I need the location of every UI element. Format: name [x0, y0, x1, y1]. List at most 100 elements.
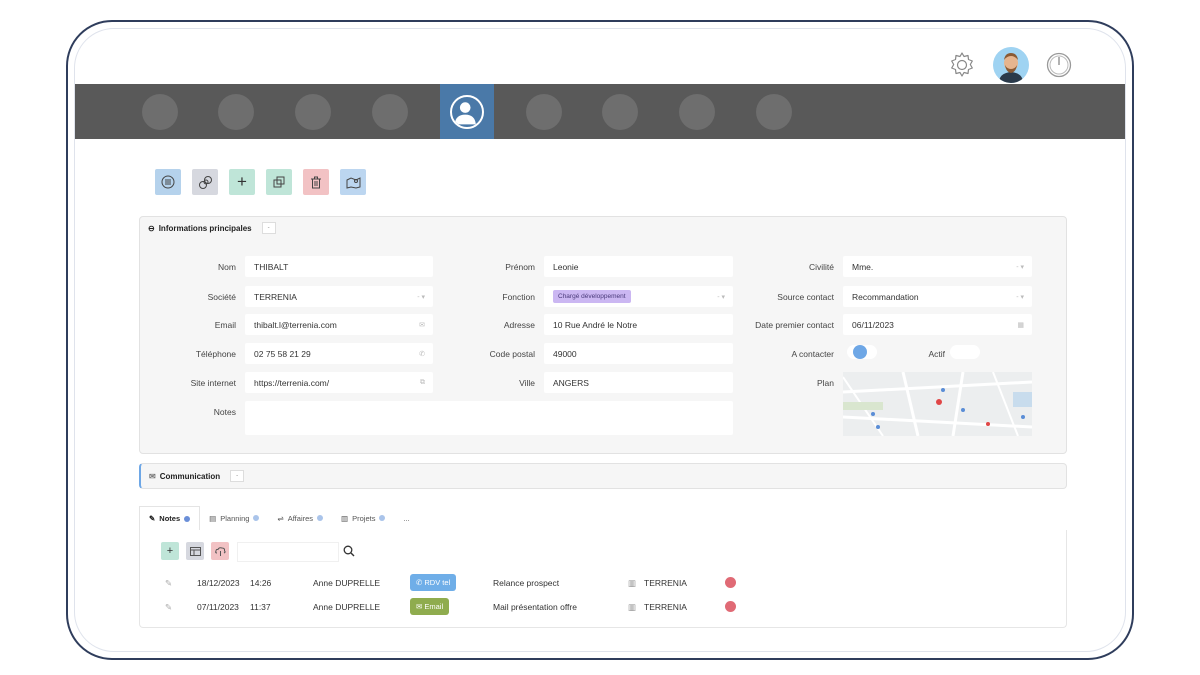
- prenom-label: Prénom: [505, 262, 535, 272]
- delete-button[interactable]: [303, 169, 329, 195]
- user-avatar[interactable]: [993, 47, 1029, 83]
- duplicate-button[interactable]: [266, 169, 292, 195]
- date-field[interactable]: 06/11/2023 ▦: [843, 314, 1032, 335]
- calendar-icon[interactable]: ▦: [1017, 321, 1024, 329]
- location-map[interactable]: [843, 372, 1032, 436]
- prenom-field[interactable]: Leonie: [544, 256, 733, 277]
- plan-label: Plan: [816, 378, 834, 388]
- nom-label: Nom: [218, 262, 236, 272]
- fonction-select[interactable]: Chargé développement - ▾: [544, 286, 733, 307]
- phone-icon[interactable]: ✆: [419, 350, 425, 358]
- fonction-label: Fonction: [502, 292, 535, 302]
- collapse-button[interactable]: -: [230, 470, 245, 482]
- device-frame: + ⊖ Informations principales - Nom THIBA…: [66, 20, 1134, 660]
- civilite-select[interactable]: Mme. - ▾: [843, 256, 1032, 277]
- count-badge: [379, 515, 386, 521]
- ville-field[interactable]: ANGERS: [544, 372, 733, 393]
- nav-item-contacts[interactable]: [440, 84, 494, 139]
- tab-bar: ✎ Notes ▤ Planning ⇌ Affaires ▥ Projets …: [139, 505, 419, 531]
- table-row[interactable]: ✎ 07/11/2023 11:37 Anne DUPRELLE ✉ Email…: [140, 598, 1068, 618]
- toggle-knob: [853, 345, 867, 359]
- nav-item-1[interactable]: [142, 94, 178, 130]
- main-info-title: Informations principales: [158, 223, 252, 233]
- building-icon: ▥: [628, 578, 637, 588]
- table-row[interactable]: ✎ 18/12/2023 14:26 Anne DUPRELLE ✆ RDV t…: [140, 574, 1068, 594]
- main-info-panel: ⊖ Informations principales - Nom THIBALT…: [139, 216, 1067, 454]
- edit-icon[interactable]: ✎: [165, 602, 172, 613]
- tab-affaires[interactable]: ⇌ Affaires: [268, 506, 332, 530]
- actif-label: Actif: [928, 349, 945, 359]
- site-field[interactable]: https://terrenia.com/⧉: [245, 372, 433, 393]
- nav-item-7[interactable]: [602, 94, 638, 130]
- building-icon: ▥: [628, 602, 637, 612]
- chat-icon: ✉: [149, 471, 156, 481]
- nav-item-3[interactable]: [295, 94, 331, 130]
- select-arrows: - ▾: [417, 293, 425, 301]
- select-arrows: - ▾: [717, 293, 725, 301]
- document-icon: ▥: [341, 513, 349, 523]
- select-arrows: - ▾: [1016, 293, 1024, 301]
- minus-circle-icon: ⊖: [148, 223, 155, 233]
- add-button[interactable]: +: [229, 169, 255, 195]
- send-mail-icon[interactable]: ✉: [419, 321, 425, 329]
- gear-icon[interactable]: [947, 50, 977, 80]
- actif-toggle[interactable]: [950, 345, 980, 359]
- communication-panel: ✉ Communication -: [139, 463, 1067, 489]
- duplicate-icon: [273, 176, 284, 187]
- nav-item-9[interactable]: [756, 94, 792, 130]
- collapse-button[interactable]: -: [261, 222, 276, 234]
- email-field[interactable]: thibalt.l@terrenia.com ✉: [245, 314, 433, 335]
- contacter-label: A contacter: [791, 349, 834, 359]
- add-note-button[interactable]: +: [161, 542, 179, 560]
- cloud-download-icon: [214, 546, 226, 556]
- table-view-button[interactable]: [186, 542, 204, 560]
- link-icon: [198, 175, 212, 189]
- tab-projets[interactable]: ▥ Projets: [332, 506, 394, 530]
- plus-icon: +: [237, 172, 247, 191]
- calendar-icon: ▤: [209, 513, 217, 523]
- search-icon[interactable]: [343, 545, 355, 557]
- map-icon: [346, 176, 360, 189]
- external-link-icon[interactable]: ⧉: [420, 379, 425, 387]
- link-button[interactable]: [192, 169, 218, 195]
- tab-notes[interactable]: ✎ Notes: [139, 505, 201, 531]
- nav-item-4[interactable]: [372, 94, 408, 130]
- app-window: + ⊖ Informations principales - Nom THIBA…: [74, 28, 1126, 652]
- cp-field[interactable]: 49000: [544, 343, 733, 364]
- list-button[interactable]: [155, 169, 181, 195]
- count-badge: [317, 515, 324, 521]
- nav-item-2[interactable]: [218, 94, 254, 130]
- nom-field[interactable]: THIBALT: [245, 256, 433, 277]
- source-label: Source contact: [777, 292, 834, 302]
- tab-more[interactable]: ...: [394, 506, 418, 530]
- nav-item-8[interactable]: [679, 94, 715, 130]
- main-info-header[interactable]: ⊖ Informations principales -: [140, 217, 1066, 239]
- nav-item-6[interactable]: [526, 94, 562, 130]
- map-button[interactable]: [340, 169, 366, 195]
- power-icon[interactable]: [1045, 51, 1073, 79]
- delete-note-icon[interactable]: [725, 577, 736, 588]
- telephone-label: Téléphone: [195, 349, 236, 359]
- record-toolbar: +: [155, 169, 366, 195]
- delete-note-icon[interactable]: [725, 601, 736, 612]
- source-select[interactable]: Recommandation - ▾: [843, 286, 1032, 307]
- communication-header[interactable]: ✉ Communication -: [141, 464, 1066, 488]
- adresse-field[interactable]: 10 Rue André le Notre: [544, 314, 733, 335]
- adresse-label: Adresse: [503, 320, 535, 330]
- export-button[interactable]: [211, 542, 229, 560]
- communication-title: Communication: [159, 471, 221, 481]
- module-navbar: [75, 84, 1125, 139]
- count-badge: [184, 515, 191, 522]
- notes-label: Notes: [213, 407, 236, 417]
- contacter-toggle[interactable]: [847, 345, 877, 359]
- count-badge: [253, 515, 260, 521]
- societe-select[interactable]: TERRENIA - ▾: [245, 286, 433, 307]
- societe-label: Société: [207, 292, 236, 302]
- edit-icon[interactable]: ✎: [165, 578, 172, 589]
- tab-planning[interactable]: ▤ Planning: [200, 506, 268, 530]
- telephone-field[interactable]: 02 75 58 21 29 ✆: [245, 343, 433, 364]
- notes-search-input[interactable]: [237, 542, 339, 562]
- civilite-label: Civilité: [808, 262, 834, 272]
- notes-textarea[interactable]: [245, 401, 733, 435]
- ville-label: Ville: [519, 378, 535, 388]
